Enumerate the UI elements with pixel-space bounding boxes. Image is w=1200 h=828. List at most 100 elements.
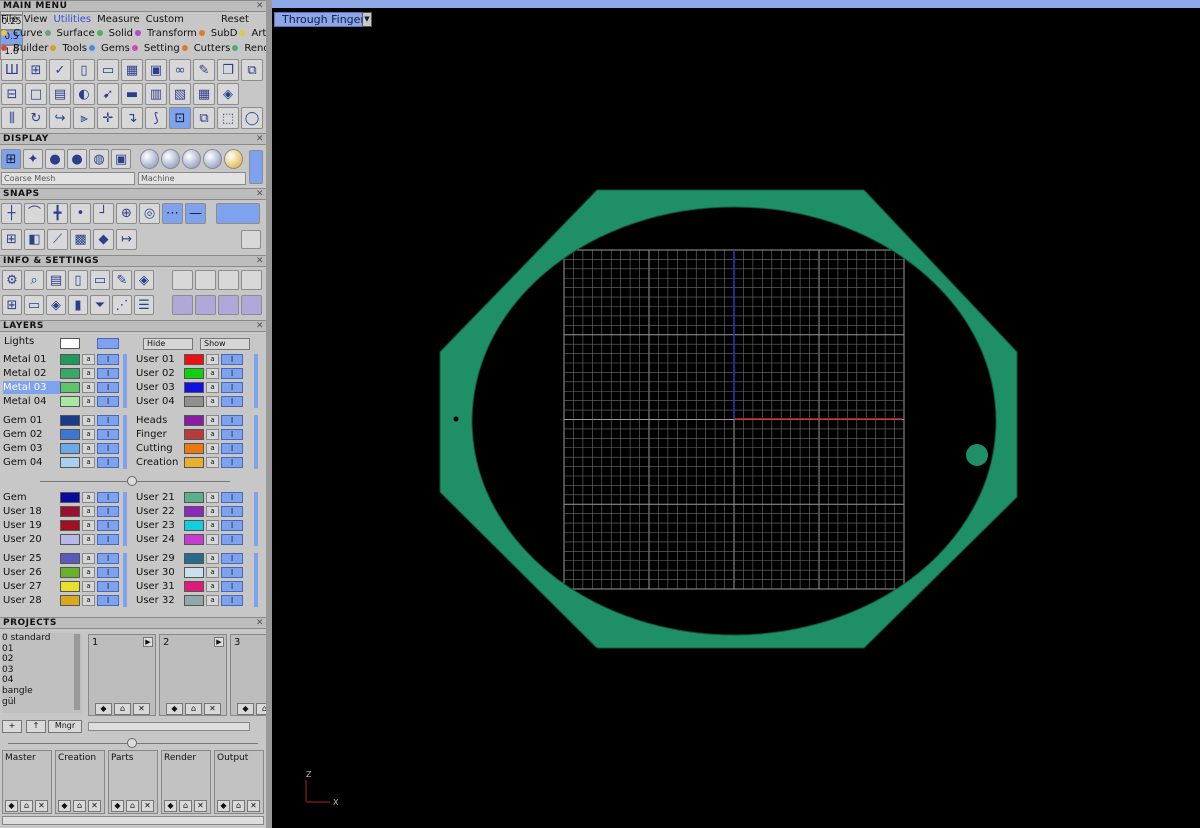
info-window-button[interactable]: ⊞ — [2, 295, 22, 315]
layer-row[interactable]: Metal 03 a I — [3, 381, 123, 394]
layer-row[interactable]: User 23 a I — [136, 519, 256, 532]
info-view-c-button[interactable] — [218, 295, 239, 315]
snap-axis-button[interactable]: ↦ — [116, 229, 137, 250]
project-item[interactable]: bangle — [2, 686, 82, 697]
pivot-button[interactable]: ↴ — [121, 107, 143, 129]
project-item[interactable]: 02 — [2, 654, 82, 665]
info-view-b-button[interactable] — [195, 295, 216, 315]
layer-color-swatch[interactable] — [60, 354, 80, 365]
up-project-button[interactable]: ↑ — [26, 720, 46, 733]
layer-color-swatch[interactable] — [184, 534, 204, 545]
layer-color-swatch[interactable] — [60, 520, 80, 531]
visibility-toggle[interactable]: I — [97, 368, 119, 379]
lock-icon[interactable]: a — [82, 506, 95, 517]
layer-color-swatch[interactable] — [60, 429, 80, 440]
layer-color-swatch[interactable] — [184, 396, 204, 407]
pages-button[interactable]: ⧉ — [193, 107, 215, 129]
layer-color-swatch[interactable] — [60, 443, 80, 454]
delete-output-button[interactable]: ✕ — [247, 800, 260, 812]
visibility-toggle[interactable]: I — [97, 567, 119, 578]
layer-row[interactable]: User 22 a I — [136, 505, 256, 518]
table-button[interactable]: ▥ — [145, 83, 167, 105]
pattern-button[interactable]: ▤ — [49, 83, 71, 105]
visibility-toggle[interactable]: I — [97, 457, 119, 468]
output-slot[interactable]: Creation ◆ ⌂ ✕ — [55, 750, 105, 814]
lock-icon[interactable]: a — [206, 506, 219, 517]
lock-icon[interactable]: a — [206, 415, 219, 426]
save-output-button[interactable]: ⌂ — [20, 800, 33, 812]
link-button[interactable]: ∞ — [169, 59, 191, 81]
info-blank-button[interactable]: ▭ — [90, 270, 110, 290]
snap-grid-settings-button[interactable] — [241, 230, 261, 249]
close-icon[interactable]: ✕ — [256, 321, 264, 331]
menu-art[interactable]: Art — [239, 27, 266, 41]
grid2-button[interactable]: ▦ — [193, 83, 215, 105]
layer-color-swatch[interactable] — [184, 429, 204, 440]
layer-row[interactable]: User 31 a I — [136, 580, 256, 593]
visibility-toggle[interactable]: I — [221, 396, 243, 407]
split-button[interactable]: ⫼ — [1, 107, 23, 129]
layer-color-swatch[interactable] — [60, 368, 80, 379]
move-button[interactable]: ✛ — [97, 107, 119, 129]
layer-color-swatch[interactable] — [60, 382, 80, 393]
layer-row[interactable]: Metal 01 a I — [3, 353, 123, 366]
layer-color-swatch[interactable] — [184, 415, 204, 426]
output-slot[interactable]: Parts ◆ ⌂ ✕ — [108, 750, 158, 814]
page2-button[interactable]: ▭ — [97, 59, 119, 81]
play-icon[interactable]: ▶ — [214, 637, 224, 647]
snap-target-button[interactable]: ◎ — [139, 203, 160, 224]
layer-color-swatch[interactable] — [60, 415, 80, 426]
projects-hscroll[interactable] — [88, 722, 250, 731]
lock-icon[interactable]: a — [82, 354, 95, 365]
layer-row[interactable]: Heads a I — [136, 414, 256, 427]
rotate-button[interactable]: ↻ — [25, 107, 47, 129]
layer-color-swatch[interactable] — [184, 581, 204, 592]
mesh-select[interactable]: Coarse Mesh — [1, 172, 135, 185]
save-output-button[interactable]: ⌂ — [73, 800, 86, 812]
project-item[interactable]: gül — [2, 697, 82, 708]
page-button[interactable]: ▯ — [73, 59, 95, 81]
visibility-toggle[interactable]: I — [97, 534, 119, 545]
delete-output-button[interactable]: ✕ — [35, 800, 48, 812]
display-texture-button[interactable]: ▣ — [111, 149, 131, 169]
display-sphere-button[interactable]: ● — [45, 149, 65, 169]
info-settings-button[interactable]: ⚙ — [2, 270, 22, 290]
lock-icon[interactable]: a — [206, 368, 219, 379]
visibility-toggle[interactable]: I — [221, 415, 243, 426]
layer-row[interactable]: User 21 a I — [136, 491, 256, 504]
run-button[interactable]: ➹ — [97, 83, 119, 105]
projects-scrollbar[interactable] — [74, 634, 80, 710]
layer-color-swatch[interactable] — [60, 506, 80, 517]
project-item[interactable]: 0 standard — [2, 633, 82, 644]
menu-surface[interactable]: Surface — [44, 27, 95, 41]
brush-button[interactable]: ✎ — [193, 59, 215, 81]
calendar-button[interactable]: ▦ — [121, 59, 143, 81]
lights-swatch[interactable] — [60, 338, 80, 349]
snap-free-button[interactable]: ⊞ — [1, 229, 22, 250]
menu-builder[interactable]: Builder — [1, 42, 48, 56]
delete-slot-button[interactable]: ✕ — [204, 703, 221, 715]
layer-color-swatch[interactable] — [184, 520, 204, 531]
lock-icon[interactable]: a — [206, 382, 219, 393]
display-toggle-button[interactable] — [249, 150, 263, 184]
display-wireframe-button[interactable]: ⊞ — [1, 149, 21, 169]
snap-line-button[interactable]: — — [185, 203, 206, 224]
lights-visibility-toggle[interactable] — [97, 338, 119, 349]
lock-icon[interactable]: a — [82, 581, 95, 592]
menu-curve[interactable]: Curve — [1, 27, 43, 41]
snap-plane-button[interactable]: ◆ — [93, 229, 114, 250]
info-card-button[interactable]: ▭ — [24, 295, 44, 315]
visibility-toggle[interactable]: I — [221, 581, 243, 592]
visibility-toggle[interactable]: I — [97, 553, 119, 564]
snap-center-button[interactable]: ⊕ — [116, 203, 137, 224]
material-mat2-button[interactable] — [161, 149, 180, 169]
visibility-toggle[interactable]: I — [221, 354, 243, 365]
delete-output-button[interactable]: ✕ — [194, 800, 207, 812]
layer-row[interactable]: User 24 a I — [136, 533, 256, 546]
box-button[interactable]: □ — [25, 83, 47, 105]
delete-output-button[interactable]: ✕ — [88, 800, 101, 812]
lock-icon[interactable]: a — [206, 553, 219, 564]
layer-row[interactable]: User 04 a I — [136, 395, 256, 408]
lock-icon[interactable]: a — [206, 396, 219, 407]
lock-icon[interactable]: a — [206, 457, 219, 468]
